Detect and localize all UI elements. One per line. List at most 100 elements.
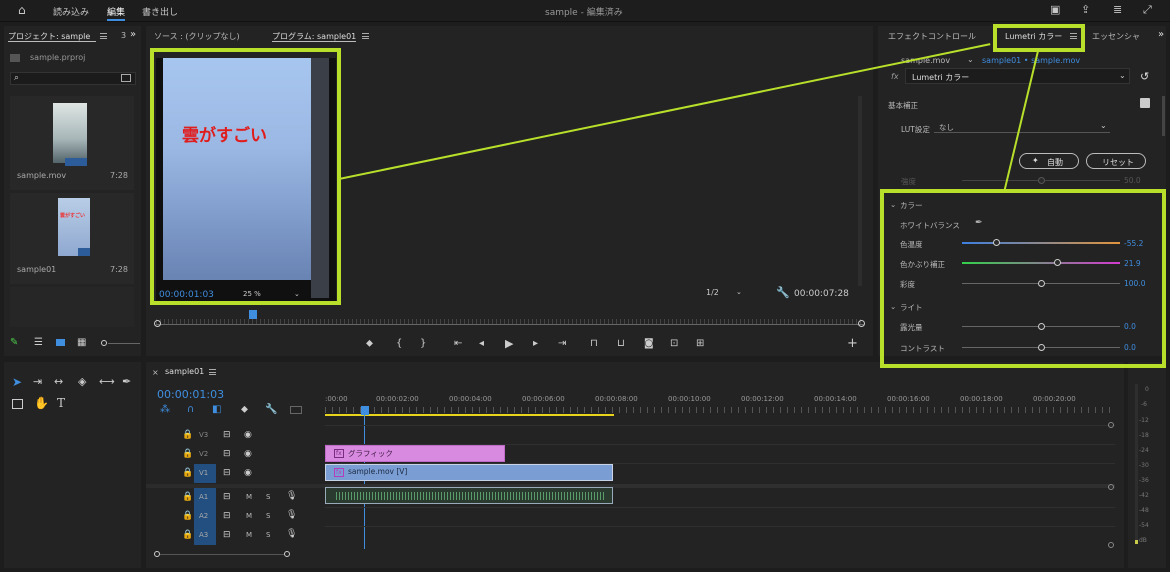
mic-icon[interactable]: 🎙 bbox=[286, 529, 297, 539]
track-label[interactable]: A1 bbox=[199, 493, 208, 501]
resolution-select[interactable]: 1/2 bbox=[706, 288, 719, 297]
extract-icon[interactable]: ⊔ bbox=[617, 338, 625, 349]
lock-icon[interactable]: 🔒 bbox=[182, 530, 193, 540]
go-to-in-icon[interactable]: ⇤ bbox=[454, 338, 462, 349]
tab-export[interactable]: 書き出し bbox=[142, 5, 178, 18]
rectangle-tool-icon[interactable] bbox=[12, 399, 23, 409]
search-input[interactable]: ⌕ bbox=[10, 72, 136, 85]
lock-icon[interactable]: 🔒 bbox=[182, 430, 193, 440]
sync-lock-icon[interactable]: ⊟ bbox=[223, 468, 231, 478]
scroll-handle-top[interactable] bbox=[1108, 422, 1114, 428]
track-select-icon[interactable]: ⇥ bbox=[33, 375, 42, 388]
scrubber-start-handle[interactable] bbox=[154, 320, 161, 327]
auto-button[interactable]: ✦ 自動 bbox=[1019, 153, 1079, 169]
overflow-icon[interactable]: » bbox=[130, 29, 136, 40]
list-view-icon[interactable]: ☰ bbox=[34, 337, 43, 348]
type-tool-icon[interactable]: T bbox=[57, 396, 65, 410]
mute-button[interactable]: M bbox=[246, 531, 252, 539]
icon-view-icon[interactable] bbox=[56, 339, 65, 346]
home-icon[interactable]: ⌂ bbox=[18, 3, 26, 17]
menu-icon[interactable] bbox=[362, 33, 369, 39]
basic-correction-checkbox[interactable] bbox=[1140, 98, 1150, 108]
pencil-icon[interactable]: ✎ bbox=[10, 337, 18, 348]
close-icon[interactable]: × bbox=[152, 368, 159, 377]
selection-tool-icon[interactable]: ➤ bbox=[12, 375, 22, 389]
mic-icon[interactable]: 🎙 bbox=[286, 491, 297, 501]
new-bin-icon[interactable] bbox=[121, 74, 131, 82]
mark-in-icon[interactable]: { bbox=[396, 338, 402, 349]
scrollbar[interactable] bbox=[858, 96, 862, 286]
wrench-icon[interactable]: 🔧 bbox=[265, 404, 277, 415]
menu-icon[interactable] bbox=[100, 33, 107, 39]
scroll-handle[interactable] bbox=[1108, 484, 1114, 490]
h-zoom-bar[interactable] bbox=[160, 554, 285, 555]
track-label[interactable]: V1 bbox=[199, 469, 208, 477]
chevron-down-icon[interactable]: ⌄ bbox=[967, 55, 974, 64]
insert-icon[interactable]: ⊡ bbox=[670, 338, 678, 349]
step-forward-icon[interactable]: ▸ bbox=[533, 338, 538, 349]
video-clip[interactable]: fx sample.mov [V] bbox=[325, 464, 613, 481]
audio-clip[interactable] bbox=[325, 487, 613, 504]
wrench-icon[interactable]: 🔧 bbox=[776, 286, 790, 299]
scrubber-end-handle[interactable] bbox=[858, 320, 865, 327]
ripple-edit-icon[interactable]: ↔ bbox=[54, 375, 63, 388]
sync-lock-icon[interactable]: ⊟ bbox=[223, 492, 231, 502]
menu-icon[interactable] bbox=[209, 369, 216, 375]
mute-button[interactable]: M bbox=[246, 512, 252, 520]
mark-out-icon[interactable]: } bbox=[420, 338, 426, 349]
overflow-icon[interactable]: » bbox=[1158, 29, 1164, 40]
step-back-icon[interactable]: ◂ bbox=[479, 338, 484, 349]
sync-lock-icon[interactable]: ⊟ bbox=[223, 449, 231, 459]
linked-select-icon[interactable]: ◧ bbox=[212, 404, 221, 415]
zoom-slider-knob[interactable] bbox=[101, 340, 107, 346]
sync-lock-icon[interactable]: ⊟ bbox=[223, 511, 231, 521]
scroll-handle-bottom[interactable] bbox=[1108, 542, 1114, 548]
solo-button[interactable]: S bbox=[266, 531, 270, 539]
track-label[interactable]: A3 bbox=[199, 531, 208, 539]
chevron-down-icon[interactable]: ⌄ bbox=[736, 288, 742, 296]
tab-essential[interactable]: エッセンシャ bbox=[1092, 31, 1140, 42]
h-zoom-end-handle[interactable] bbox=[284, 551, 290, 557]
overwrite-icon[interactable]: ⊞ bbox=[696, 338, 704, 349]
go-to-out-icon[interactable]: ⇥ bbox=[558, 338, 566, 349]
eye-icon[interactable]: ◉ bbox=[244, 430, 252, 440]
tab-source[interactable]: ソース : (クリップなし) bbox=[154, 31, 240, 42]
graphic-clip[interactable]: fx グラフィック bbox=[325, 445, 505, 462]
hand-icon[interactable]: ✋ bbox=[34, 396, 49, 410]
add-button-icon[interactable]: + bbox=[847, 336, 858, 351]
reset-effect-icon[interactable]: ↺ bbox=[1140, 70, 1149, 83]
snap-icon[interactable]: ∩ bbox=[187, 404, 194, 415]
nest-icon[interactable]: ⁂ bbox=[160, 404, 170, 415]
track-label[interactable]: V2 bbox=[199, 450, 208, 458]
sync-lock-icon[interactable]: ⊟ bbox=[223, 530, 231, 540]
progress-icon[interactable]: ≣ bbox=[1113, 3, 1122, 16]
marker-icon[interactable]: ⬥ bbox=[366, 338, 373, 349]
freeform-view-icon[interactable]: ▦ bbox=[77, 337, 86, 348]
playhead-handle[interactable] bbox=[361, 406, 369, 415]
fullscreen-icon[interactable]: ⤢ bbox=[1143, 3, 1152, 17]
reset-button[interactable]: リセット bbox=[1086, 153, 1146, 169]
lock-icon[interactable]: 🔒 bbox=[182, 468, 193, 478]
time-ruler[interactable]: :00:00 00:00:02:00 00:00:04:00 00:00:06:… bbox=[325, 395, 1115, 415]
tab-import[interactable]: 読み込み bbox=[53, 5, 89, 18]
track-label[interactable]: A2 bbox=[199, 512, 208, 520]
project-item[interactable]: sample.mov 7:28 bbox=[10, 96, 134, 190]
tab-overflow-count[interactable]: 3 bbox=[121, 31, 126, 40]
lock-icon[interactable]: 🔒 bbox=[182, 492, 193, 502]
lift-icon[interactable]: ⊓ bbox=[590, 338, 598, 349]
effect-select[interactable]: Lumetri カラー ⌄ bbox=[905, 68, 1130, 84]
zoom-slider[interactable] bbox=[108, 343, 140, 344]
camera-icon[interactable]: ◙ bbox=[644, 338, 654, 349]
share-icon[interactable]: ⇪ bbox=[1081, 3, 1090, 16]
track-label[interactable]: V3 bbox=[199, 431, 208, 439]
lock-icon[interactable]: 🔒 bbox=[182, 449, 193, 459]
mute-button[interactable]: M bbox=[246, 493, 252, 501]
pen-icon[interactable]: ✒ bbox=[122, 375, 131, 388]
tab-effect-controls[interactable]: エフェクトコントロール bbox=[888, 31, 976, 42]
timeline-timecode[interactable]: 00:00:01:03 bbox=[157, 388, 224, 401]
project-item[interactable]: 雲がすごい sample01 7:28 bbox=[10, 193, 134, 284]
lut-select[interactable]: なし ⌄ bbox=[934, 121, 1110, 133]
solo-button[interactable]: S bbox=[266, 493, 270, 501]
captions-icon[interactable] bbox=[290, 406, 302, 414]
lock-icon[interactable]: 🔒 bbox=[182, 511, 193, 521]
